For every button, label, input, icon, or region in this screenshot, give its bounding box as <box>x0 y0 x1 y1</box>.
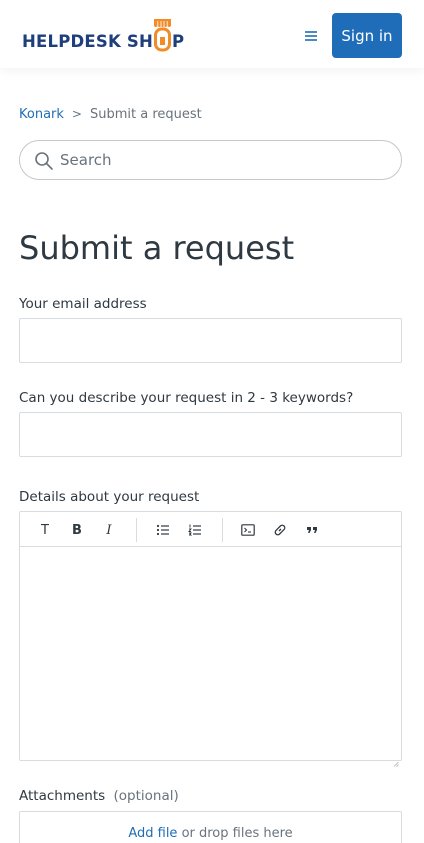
quote-icon[interactable] <box>302 520 322 540</box>
resize-handle-icon[interactable] <box>393 752 399 767</box>
breadcrumb-current: Submit a request <box>89 106 202 122</box>
italic-glyph: I <box>106 522 112 538</box>
helpdesk-shop-logo[interactable]: HELPDESK SH P <box>22 18 184 52</box>
logo-text-right: P <box>171 32 185 51</box>
bold-icon[interactable]: B <box>67 520 87 540</box>
editor-toolbar: T B I <box>20 512 401 547</box>
attachments-label: Attachments (optional) <box>19 787 179 805</box>
attachments-dropzone[interactable]: Add file or drop files here <box>19 811 402 843</box>
details-editor: T B I <box>19 511 402 767</box>
keywords-field[interactable] <box>19 412 402 457</box>
text-style-icon[interactable]: T <box>35 520 55 540</box>
email-field[interactable] <box>19 318 402 363</box>
toolbar-divider <box>222 518 223 542</box>
bold-glyph: B <box>72 522 82 538</box>
code-block-icon[interactable] <box>238 520 258 540</box>
details-label: Details about your request <box>19 489 200 505</box>
site-header: HELPDESK SH P Sign in <box>0 0 424 68</box>
search-icon <box>34 151 54 171</box>
breadcrumb-separator: > <box>71 107 82 121</box>
logo-text-left: HELPDESK SH <box>22 32 153 51</box>
attachments-label-text: Attachments <box>19 788 106 804</box>
text-style-glyph: T <box>41 522 49 538</box>
attachments-optional-text: (optional) <box>113 788 179 804</box>
breadcrumb-home-link[interactable]: Konark <box>19 107 64 122</box>
keywords-label: Can you describe your request in 2 - 3 k… <box>19 390 354 406</box>
toolbar-divider <box>136 518 137 542</box>
add-file-link[interactable]: Add file <box>128 826 177 841</box>
italic-icon[interactable]: I <box>99 520 119 540</box>
logo-shop-icon <box>153 19 172 52</box>
breadcrumb: Konark > Submit a request <box>19 104 202 124</box>
email-label: Your email address <box>19 296 147 312</box>
link-icon[interactable] <box>270 520 290 540</box>
drop-files-text: or drop files here <box>177 826 293 841</box>
hamburger-menu-icon[interactable] <box>303 28 319 42</box>
page-title: Submit a request <box>19 229 295 267</box>
search-input[interactable] <box>60 141 390 179</box>
search-bar[interactable] <box>19 140 402 180</box>
sign-in-button[interactable]: Sign in <box>332 13 402 58</box>
numbered-list-icon[interactable] <box>185 520 205 540</box>
bulleted-list-icon[interactable] <box>153 520 173 540</box>
details-textarea[interactable] <box>20 548 401 760</box>
